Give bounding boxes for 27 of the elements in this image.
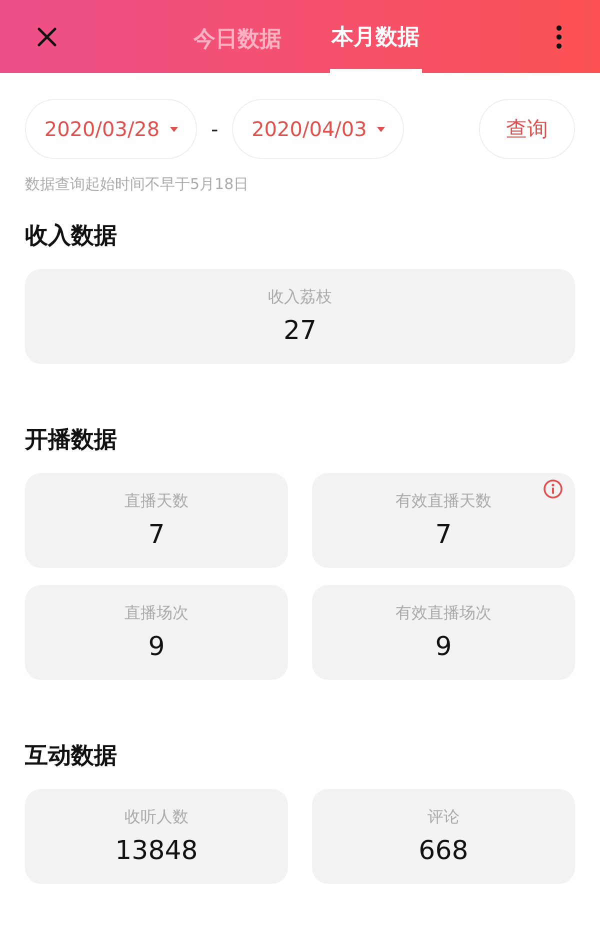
stat-label: 有效直播天数	[396, 491, 492, 512]
stat-label: 直播天数	[124, 491, 188, 512]
stat-label: 有效直播场次	[396, 603, 492, 624]
stat-value: 13848	[115, 836, 198, 866]
info-icon[interactable]	[543, 479, 563, 499]
stat-value: 27	[283, 316, 317, 346]
hint-text: 数据查询起始时间不早于5月18日	[25, 175, 250, 194]
section-title: 互动数据	[25, 742, 118, 771]
end-date-picker[interactable]: 2020/04/03	[232, 99, 404, 159]
stat-value: 9	[435, 632, 452, 662]
section-title: 收入数据	[25, 222, 118, 251]
more-icon[interactable]	[556, 24, 562, 48]
start-date-picker[interactable]: 2020/03/28	[25, 99, 197, 159]
stat-label: 评论	[428, 807, 460, 828]
close-icon[interactable]	[37, 26, 57, 46]
stat-value: 7	[435, 520, 452, 550]
stat-label: 收入荔枝	[268, 287, 332, 308]
stat-label: 收听人数	[124, 807, 188, 828]
query-button[interactable]: 查询	[479, 99, 575, 159]
stat-value: 668	[418, 836, 468, 866]
date-separator: -	[211, 117, 218, 141]
tab[interactable]: 本月数据	[330, 0, 422, 73]
section-title: 开播数据	[25, 426, 118, 455]
stat-label: 直播场次	[124, 603, 188, 624]
tab[interactable]: 今日数据	[192, 0, 284, 73]
stat-value: 7	[148, 520, 165, 550]
stat-value: 9	[148, 632, 165, 662]
